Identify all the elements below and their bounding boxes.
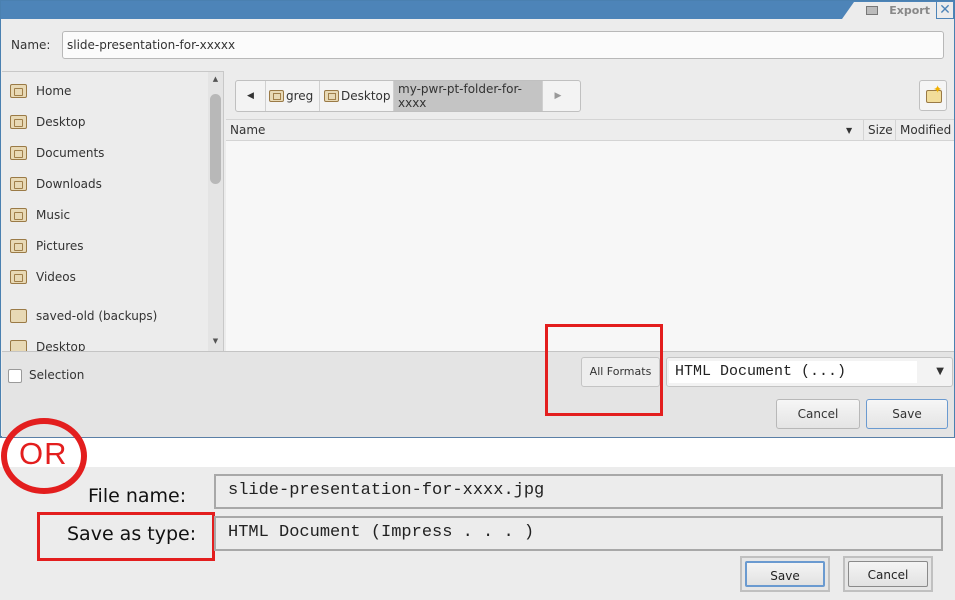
scroll-down-icon[interactable]: ▼ <box>208 334 223 348</box>
sidebar-item-home[interactable]: Home <box>10 80 71 102</box>
path-crumb-current[interactable]: my-pwr-pt-folder-for-xxxx <box>394 81 543 111</box>
sparkle-icon: ✦ <box>933 83 943 96</box>
name-label: Name: <box>11 38 51 52</box>
export-dialog: Export ✕ Name: slide-presentation-for-xx… <box>0 0 955 438</box>
documents-folder-icon <box>10 146 27 160</box>
sidebar-scrollbar[interactable]: ▲ ▼ <box>208 72 223 351</box>
home-folder-icon <box>269 90 284 102</box>
file-type-value: HTML Document (...) <box>669 361 917 383</box>
save-as-type-label: Save as type: <box>67 523 197 545</box>
file-list-header: Name ▼ Size Modified <box>226 120 954 141</box>
column-size[interactable]: Size <box>868 123 893 137</box>
file-name-label: File name: <box>88 485 187 507</box>
file-name-input[interactable]: slide-presentation-for-xxxx.jpg <box>214 474 943 509</box>
path-back-icon[interactable]: ◀ <box>236 81 266 111</box>
column-modified[interactable]: Modified <box>900 123 951 137</box>
scrollbar-thumb[interactable] <box>210 94 221 184</box>
sidebar-item-desktop-bookmark[interactable]: Desktop <box>10 336 86 351</box>
sort-down-icon[interactable]: ▼ <box>846 126 852 135</box>
window-icon <box>866 6 878 15</box>
save-as-type-select[interactable]: HTML Document (Impress . . . ) <box>214 516 943 551</box>
scroll-up-icon[interactable]: ▲ <box>208 72 223 86</box>
title-bar <box>1 1 954 19</box>
sidebar-item-documents[interactable]: Documents <box>10 142 104 164</box>
windows-save-label: Save <box>745 561 825 587</box>
sidebar-item-saved-old[interactable]: saved-old (backups) <box>10 305 157 327</box>
folder-icon <box>10 340 27 351</box>
name-input[interactable]: slide-presentation-for-xxxxx <box>62 31 944 59</box>
sidebar-item-videos[interactable]: Videos <box>10 266 76 288</box>
folder-icon <box>10 309 27 323</box>
sidebar-item-label: saved-old (backups) <box>36 309 158 323</box>
sidebar-item-desktop[interactable]: Desktop <box>10 111 86 133</box>
videos-folder-icon <box>10 270 27 284</box>
path-bar: ◀ greg Desktop my-pwr-pt-folder-for-xxxx… <box>235 80 581 112</box>
close-icon[interactable]: ✕ <box>937 2 953 18</box>
selection-label: Selection <box>29 368 85 382</box>
music-folder-icon <box>10 208 27 222</box>
window-title: Export <box>889 4 930 17</box>
crumb-label: greg <box>286 89 314 103</box>
sidebar-item-label: Desktop <box>36 115 86 129</box>
windows-cancel-button[interactable]: Cancel <box>843 556 933 592</box>
sidebar-item-label: Home <box>36 84 72 98</box>
places-sidebar: Home Desktop Documents Downloads Music P… <box>2 71 224 351</box>
file-list[interactable]: Name ▼ Size Modified <box>226 119 954 351</box>
file-type-select[interactable]: HTML Document (...) ▼ <box>666 357 953 387</box>
desktop-folder-icon <box>10 115 27 129</box>
sidebar-item-downloads[interactable]: Downloads <box>10 173 102 195</box>
path-crumb-greg[interactable]: greg <box>266 81 320 111</box>
selection-checkbox[interactable] <box>8 369 22 383</box>
home-folder-icon <box>10 84 27 98</box>
or-label: OR <box>19 436 68 471</box>
column-name[interactable]: Name <box>230 123 265 137</box>
create-folder-button[interactable]: ✦ <box>919 80 947 111</box>
windows-cancel-label: Cancel <box>848 561 928 587</box>
column-divider <box>895 120 896 141</box>
highlight-box-formats <box>545 324 663 416</box>
sidebar-item-label: Desktop <box>36 340 86 351</box>
sidebar-item-label: Pictures <box>36 239 84 253</box>
sidebar-item-label: Music <box>36 208 71 222</box>
windows-save-button[interactable]: Save <box>740 556 830 592</box>
sidebar-item-label: Videos <box>36 270 76 284</box>
cancel-button[interactable]: Cancel <box>776 399 860 429</box>
sidebar-item-label: Downloads <box>36 177 102 191</box>
desktop-folder-icon <box>324 90 339 102</box>
sidebar-item-music[interactable]: Music <box>10 204 70 226</box>
column-divider <box>863 120 864 141</box>
crumb-label: my-pwr-pt-folder-for-xxxx <box>398 82 522 110</box>
crumb-label: Desktop <box>341 89 391 103</box>
dropdown-arrow-icon: ▼ <box>936 366 944 377</box>
window-title-tab: Export <box>842 2 936 19</box>
pictures-folder-icon <box>10 239 27 253</box>
path-forward-icon[interactable]: ▶ <box>543 81 573 111</box>
sidebar-item-label: Documents <box>36 146 105 160</box>
downloads-folder-icon <box>10 177 27 191</box>
dialog-footer: Selection All Formats HTML Document (...… <box>2 351 954 437</box>
save-button[interactable]: Save <box>866 399 948 429</box>
path-crumb-desktop[interactable]: Desktop <box>320 81 394 111</box>
sidebar-item-pictures[interactable]: Pictures <box>10 235 84 257</box>
